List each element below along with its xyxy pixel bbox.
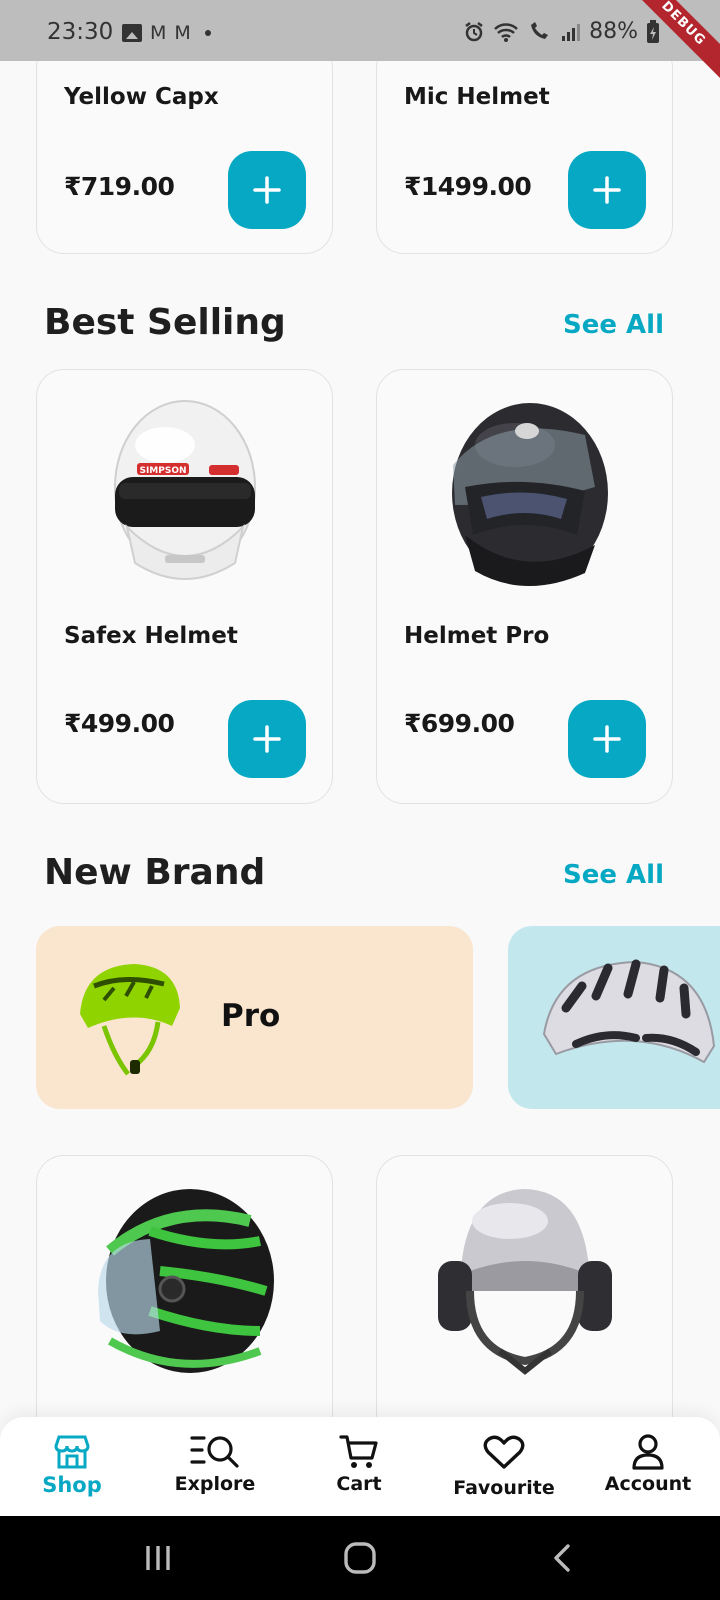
product-name: Helmet Pro [404, 623, 550, 649]
status-notification-icons: M M [122, 22, 211, 44]
status-bar: 23:30 M M 88% DEBUG [0, 0, 720, 86]
heart-icon [483, 1435, 525, 1469]
plus-icon [593, 176, 621, 204]
nav-item-account[interactable]: Account [578, 1417, 718, 1516]
add-to-cart-button[interactable] [228, 700, 306, 778]
cart-icon [339, 1435, 378, 1468]
explore-search-icon [190, 1436, 239, 1468]
green-black-full-face-helmet-image [97, 1189, 274, 1373]
black-full-face-helmet-image [451, 403, 608, 587]
product-card[interactable]: Yellow Capx ₹719.00 [36, 40, 333, 254]
gmail-notification-icon: M [174, 22, 191, 44]
see-all-new-brand-link[interactable]: See All [563, 860, 664, 890]
status-system-icons: 88% [463, 19, 660, 44]
add-to-cart-button[interactable] [568, 700, 646, 778]
system-navigation-bar [0, 1516, 720, 1600]
brand-card[interactable] [508, 926, 720, 1109]
wifi-calling-icon [531, 21, 549, 39]
nav-item-favourite[interactable]: Favourite [434, 1417, 574, 1516]
signal-icon [562, 23, 581, 41]
battery-percentage: 88% [589, 19, 638, 44]
plus-icon [253, 176, 281, 204]
nav-label: Shop [42, 1473, 102, 1497]
plus-icon [253, 725, 281, 753]
home-icon[interactable] [343, 1541, 377, 1575]
product-name: Safex Helmet [64, 623, 238, 649]
plus-icon [593, 725, 621, 753]
product-card[interactable]: Mic Helmet ₹1499.00 [376, 40, 673, 254]
product-price: ₹719.00 [64, 172, 175, 201]
green-bicycle-helmet-image [80, 964, 180, 1076]
grey-open-helmet-with-headphones-image [437, 1189, 612, 1375]
product-card[interactable] [36, 1155, 333, 1455]
product-price: ₹1499.00 [404, 172, 532, 201]
add-to-cart-button[interactable] [568, 151, 646, 229]
product-name: Mic Helmet [404, 84, 550, 110]
gmail-notification-icon: M [150, 22, 167, 44]
white-full-face-helmet-image: SIMPSON [113, 400, 256, 580]
nav-label: Cart [336, 1473, 382, 1495]
bottom-navigation-bar: Shop Explore Cart Favourite Account [0, 1417, 720, 1516]
nav-label: Account [604, 1473, 692, 1495]
brand-card[interactable]: Pro [36, 926, 473, 1109]
product-price: ₹699.00 [404, 709, 515, 738]
battery-charging-icon [647, 19, 659, 43]
store-icon [54, 1435, 90, 1469]
add-to-cart-button[interactable] [228, 151, 306, 229]
product-card[interactable] [376, 1155, 673, 1455]
recent-apps-icon[interactable] [143, 1543, 173, 1573]
product-card[interactable]: SIMPSON Safex Helmet ₹499.00 [36, 369, 333, 804]
more-notifications-dot-icon [204, 30, 211, 36]
product-name: Yellow Capx [64, 84, 219, 110]
see-all-best-selling-link[interactable]: See All [563, 310, 664, 340]
nav-item-cart[interactable]: Cart [289, 1417, 429, 1516]
section-title-new-brand: New Brand [44, 852, 266, 893]
nav-item-explore[interactable]: Explore [145, 1417, 285, 1516]
user-icon [632, 1434, 664, 1470]
alarm-icon [465, 21, 483, 41]
status-time: 23:30 [47, 19, 114, 45]
product-price: ₹499.00 [64, 709, 175, 738]
section-title-best-selling: Best Selling [44, 302, 286, 343]
brand-label: Pro [221, 998, 281, 1034]
gallery-notification-icon [122, 24, 142, 42]
white-bicycle-helmet-image [542, 959, 716, 1064]
back-icon[interactable] [550, 1543, 574, 1573]
helmet-brand-text: SIMPSON [139, 466, 186, 476]
wifi-icon [494, 22, 518, 42]
nav-item-shop[interactable]: Shop [2, 1417, 142, 1516]
nav-label: Explore [174, 1473, 256, 1495]
nav-label: Favourite [453, 1477, 555, 1499]
product-card[interactable]: Helmet Pro ₹699.00 [376, 369, 673, 804]
